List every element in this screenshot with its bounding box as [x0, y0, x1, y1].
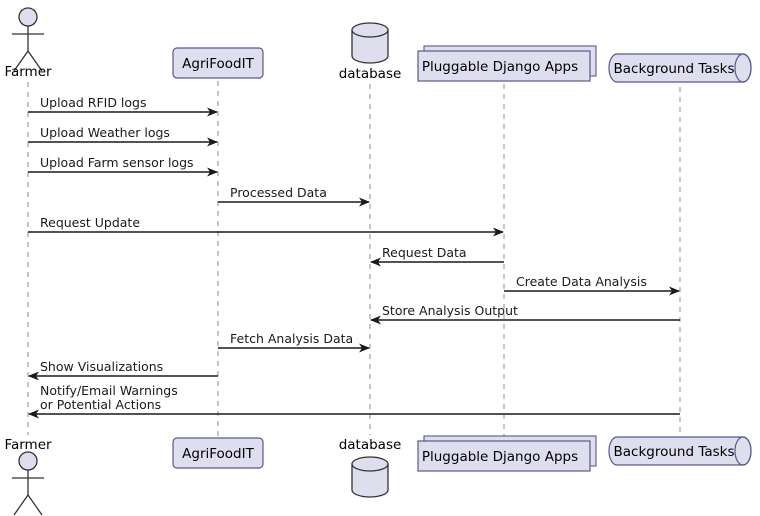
- participant-django_apps[interactable]: Pluggable Django Apps: [417, 435, 597, 472]
- participant-label-farmer: Farmer: [4, 437, 52, 453]
- message-label-11: Notify/Email Warnings: [40, 383, 178, 398]
- participant-label-agrifoodit: AgriFoodIT: [182, 56, 254, 72]
- message-label-1: Upload RFID logs: [40, 95, 147, 110]
- participant-label-agrifoodit: AgriFoodIT: [182, 446, 254, 462]
- participant-django_apps[interactable]: Pluggable Django Apps: [417, 45, 597, 82]
- participants-bottom-group: Farmer AgriFoodIT database Pluggable Django…: [4, 435, 752, 516]
- participant-background_tasks[interactable]: Background Tasks: [608, 436, 752, 466]
- participant-farmer[interactable]: Farmer: [4, 437, 52, 516]
- participant-farmer[interactable]: Farmer: [4, 7, 52, 80]
- message-label-5: Request Update: [40, 215, 140, 230]
- participant-label-database: database: [339, 437, 402, 453]
- message-4[interactable]: Processed Data: [218, 185, 370, 207]
- participant-label-django_apps: Pluggable Django Apps: [422, 59, 578, 75]
- message-label-9: Fetch Analysis Data: [230, 331, 353, 346]
- participant-label-farmer: Farmer: [4, 64, 52, 80]
- stick-figure-actor-icon: [18, 7, 38, 27]
- participant-label-django_apps: Pluggable Django Apps: [422, 449, 578, 465]
- message-label-11: or Potential Actions: [40, 397, 161, 412]
- message-label-3: Upload Farm sensor logs: [40, 155, 194, 170]
- uml-sequence-diagram: Farmer AgriFoodIT database Pluggable Django…: [4, 7, 752, 516]
- message-9[interactable]: Fetch Analysis Data: [218, 331, 370, 353]
- message-8[interactable]: Store Analysis Output: [370, 303, 680, 325]
- participants-top-group: Farmer AgriFoodIT database Pluggable Django…: [4, 7, 752, 83]
- message-label-6: Request Data: [382, 245, 467, 260]
- message-label-8: Store Analysis Output: [382, 303, 518, 318]
- messages-group: Upload RFID logs Upload Weather logs Uploa…: [28, 95, 680, 419]
- message-label-7: Create Data Analysis: [516, 274, 647, 289]
- message-2[interactable]: Upload Weather logs: [28, 125, 218, 147]
- participant-database[interactable]: database: [339, 22, 402, 82]
- participant-background_tasks[interactable]: Background Tasks: [608, 53, 752, 83]
- participant-label-database: database: [339, 66, 402, 82]
- participant-agrifoodit[interactable]: AgriFoodIT: [172, 437, 264, 469]
- message-label-4: Processed Data: [230, 185, 327, 200]
- stick-figure-actor-icon: [18, 451, 38, 471]
- participant-label-background_tasks: Background Tasks: [614, 61, 735, 77]
- database-cylinder-icon: [351, 22, 389, 64]
- message-7[interactable]: Create Data Analysis: [504, 274, 680, 296]
- sequence-diagram-canvas: Farmer AgriFoodIT database Pluggable Django…: [0, 0, 760, 516]
- message-label-2: Upload Weather logs: [40, 125, 170, 140]
- message-5[interactable]: Request Update: [28, 215, 504, 237]
- message-6[interactable]: Request Data: [370, 245, 504, 267]
- message-3[interactable]: Upload Farm sensor logs: [28, 155, 218, 177]
- database-cylinder-icon: [351, 456, 389, 498]
- message-1[interactable]: Upload RFID logs: [28, 95, 218, 117]
- message-11[interactable]: Notify/Email Warningsor Potential Action…: [28, 383, 680, 419]
- message-label-10: Show Visualizations: [40, 359, 163, 374]
- participant-agrifoodit[interactable]: AgriFoodIT: [172, 47, 264, 79]
- message-10[interactable]: Show Visualizations: [28, 359, 218, 381]
- participant-database[interactable]: database: [339, 437, 402, 498]
- participant-label-background_tasks: Background Tasks: [614, 444, 735, 460]
